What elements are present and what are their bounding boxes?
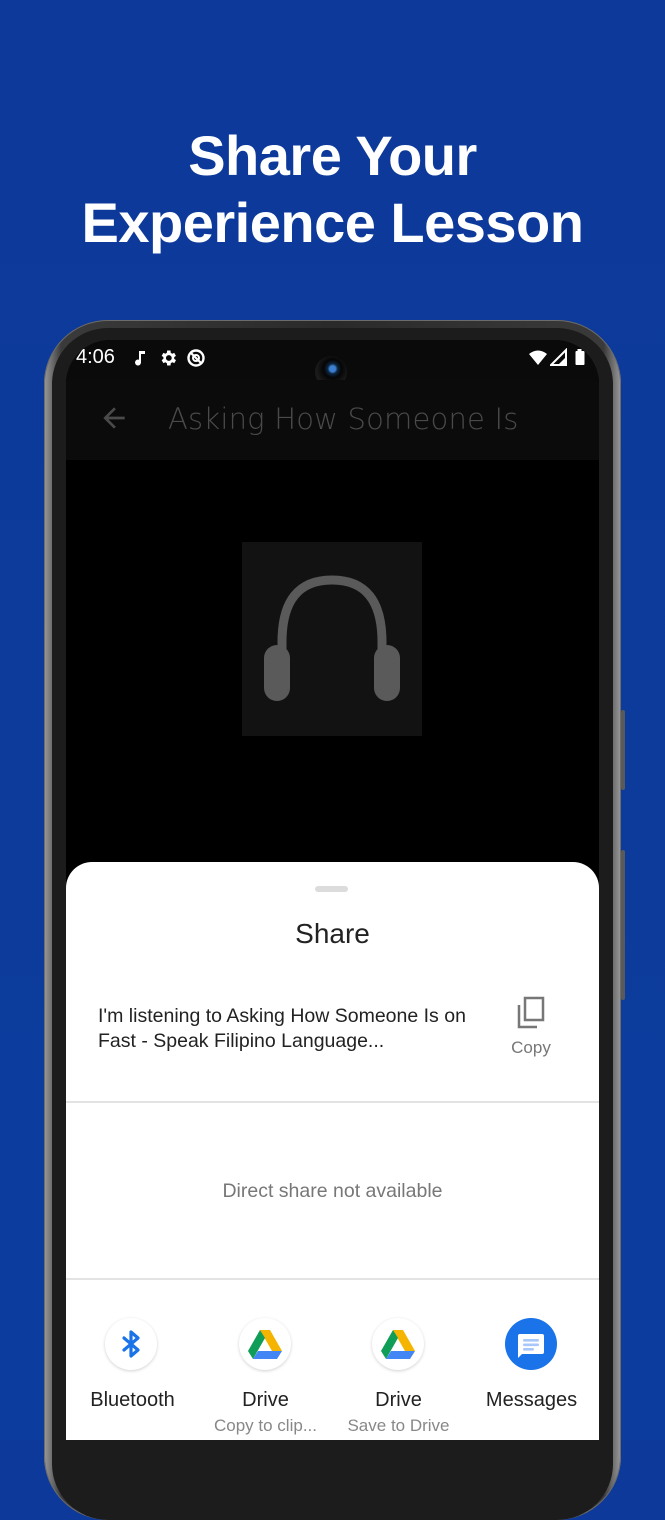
promo-headline: Share Your Experience Lesson [0, 122, 665, 256]
wifi-icon [528, 348, 548, 368]
sheet-drag-handle[interactable] [315, 886, 348, 892]
copy-icon [517, 996, 545, 1029]
direct-share-message: Direct share not available [222, 1180, 443, 1202]
messages-icon [505, 1318, 557, 1370]
settings-gear-icon [158, 348, 178, 368]
cell-signal-icon [548, 347, 570, 368]
lesson-title: Asking How Someone Is [168, 402, 519, 436]
copy-button[interactable]: Copy [498, 996, 564, 1062]
share-target-name: Drive [242, 1389, 289, 1411]
share-preview-text: I'm listening to Asking How Someone Is o… [98, 1005, 466, 1052]
battery-icon [574, 348, 594, 368]
phone-screen: 4:06 Asking How Someone Is Share I'm lis… [66, 340, 599, 1440]
google-drive-icon [239, 1318, 291, 1370]
share-target-subtitle: Copy to clip... [214, 1416, 317, 1435]
power-button [621, 850, 625, 1000]
share-target-name: Messages [485, 1389, 578, 1411]
lesson-artwork [242, 542, 422, 736]
share-target-name: Bluetooth [90, 1389, 175, 1411]
headphones-icon [264, 575, 400, 701]
share-sheet-title: Share [295, 918, 370, 949]
share-targets: Bluetooth Drive Copy to clip... Drive Sa… [66, 1312, 599, 1440]
google-drive-icon [372, 1318, 424, 1370]
share-target-subtitle: Save to Drive [347, 1416, 450, 1435]
app-bar: Asking How Someone Is [66, 380, 599, 460]
volume-button [621, 710, 625, 790]
status-time: 4:06 [76, 346, 115, 368]
share-sheet: Share I'm listening to Asking How Someon… [66, 862, 599, 1440]
copy-label: Copy [511, 1038, 551, 1057]
headline-line-2: Experience Lesson [81, 191, 584, 254]
share-target-name: Drive [375, 1389, 422, 1411]
music-note-icon [130, 348, 150, 368]
divider [66, 1101, 599, 1103]
headline-line-1: Share Your [188, 124, 477, 187]
no-data-icon [186, 348, 206, 368]
divider [66, 1278, 599, 1280]
arrow-back-icon[interactable] [98, 402, 130, 434]
bluetooth-icon [105, 1318, 157, 1370]
